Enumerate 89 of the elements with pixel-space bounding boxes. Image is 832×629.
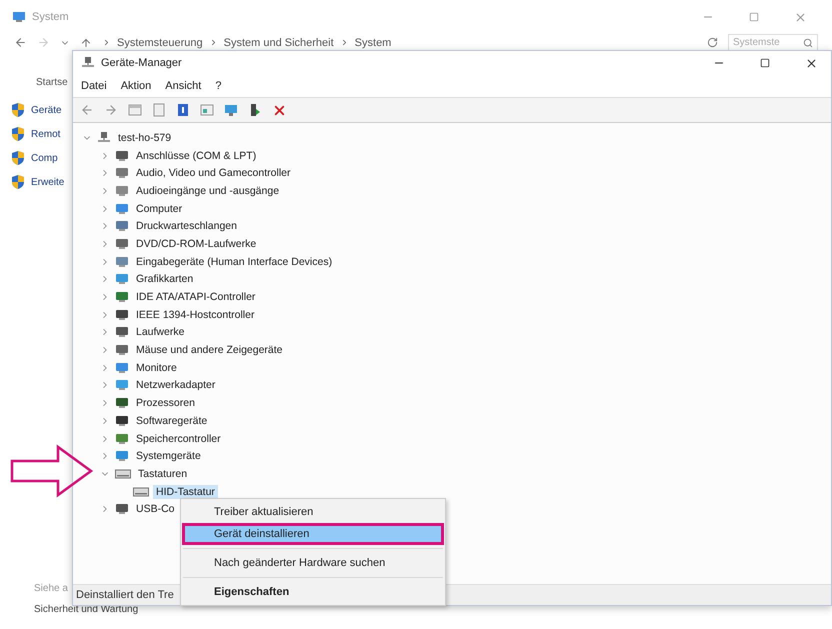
tree-item[interactable]: Prozessoren bbox=[133, 396, 198, 410]
sidebar-home-link[interactable]: Startse bbox=[36, 77, 68, 88]
close-icon bbox=[804, 56, 818, 70]
maximize-icon bbox=[760, 58, 770, 68]
tree-item[interactable]: Speichercontroller bbox=[133, 432, 224, 446]
device-icon bbox=[115, 450, 129, 462]
tree-item[interactable]: Netzwerkadapter bbox=[133, 378, 218, 392]
window-icon bbox=[200, 104, 214, 116]
breadcrumb-item[interactable]: Systemsteuerung bbox=[117, 36, 203, 48]
device-icon bbox=[115, 397, 129, 410]
window-title: Geräte-Manager bbox=[101, 57, 183, 69]
refresh-icon[interactable] bbox=[707, 37, 718, 48]
status-text: Deinstalliert den Tre bbox=[76, 589, 174, 601]
shield-icon bbox=[10, 150, 26, 166]
menu-item[interactable]: Datei bbox=[81, 80, 107, 92]
computer-network-icon bbox=[97, 130, 111, 145]
tree-item[interactable]: Grafikkarten bbox=[133, 272, 196, 286]
up-icon[interactable] bbox=[80, 36, 92, 48]
device-icon bbox=[115, 308, 129, 321]
device-icon bbox=[115, 256, 129, 268]
window-title: System bbox=[32, 11, 70, 23]
device-icon bbox=[115, 184, 129, 197]
menu-item[interactable]: Ansicht bbox=[165, 80, 202, 92]
tree-item[interactable]: Anschlüsse (COM & LPT) bbox=[133, 148, 260, 163]
tree-item[interactable]: Druckwarteschlangen bbox=[133, 219, 240, 234]
device-icon bbox=[115, 379, 129, 392]
device-icon bbox=[115, 291, 129, 304]
close-icon bbox=[794, 10, 806, 24]
menu-item[interactable]: ? bbox=[215, 80, 222, 92]
tree-item[interactable]: Eingabegeräte (Human Interface Devices) bbox=[133, 254, 336, 269]
monitor-icon bbox=[224, 104, 238, 116]
plug-icon bbox=[249, 103, 261, 117]
sidebar-link[interactable]: Erweite bbox=[31, 176, 64, 188]
search-icon bbox=[803, 38, 813, 48]
device-icon bbox=[115, 326, 129, 338]
device-icon bbox=[115, 150, 129, 162]
system-icon bbox=[12, 11, 26, 23]
device-icon bbox=[115, 220, 129, 232]
forward-icon bbox=[104, 103, 118, 117]
tree-item[interactable]: Computer bbox=[133, 202, 186, 216]
forward-icon[interactable] bbox=[37, 36, 50, 49]
context-menu-item[interactable]: Treiber aktualisieren bbox=[182, 501, 444, 523]
tree-item[interactable]: USB-Co bbox=[133, 502, 178, 516]
menu-item[interactable]: Aktion bbox=[120, 80, 152, 92]
device-icon bbox=[115, 273, 129, 286]
back-icon[interactable] bbox=[14, 36, 27, 49]
breadcrumb-item[interactable]: System bbox=[354, 36, 392, 48]
tree-item[interactable]: HID-Tastatur bbox=[153, 484, 218, 499]
tree-item[interactable]: Systemgeräte bbox=[133, 449, 204, 464]
device-icon bbox=[115, 362, 129, 374]
device-icon bbox=[115, 432, 129, 445]
tree-item[interactable]: test-ho-579 bbox=[115, 130, 174, 145]
sidebar-link[interactable]: Sicherheit und Wartung bbox=[34, 604, 138, 615]
shield-icon bbox=[10, 102, 26, 118]
keyboard-icon bbox=[115, 468, 131, 479]
breadcrumb-separator-icon bbox=[102, 38, 111, 47]
tree-item[interactable]: DVD/CD-ROM-Laufwerke bbox=[133, 236, 260, 251]
device-icon bbox=[115, 344, 129, 356]
tree-item[interactable]: Monitore bbox=[133, 360, 180, 375]
shield-icon bbox=[10, 174, 26, 190]
device-icon bbox=[115, 238, 129, 250]
device-icon bbox=[115, 503, 129, 516]
computer-network-icon bbox=[81, 56, 95, 70]
page-icon bbox=[153, 103, 165, 117]
tree-item[interactable]: IEEE 1394-Hostcontroller bbox=[133, 308, 258, 322]
tree-item[interactable]: IDE ATA/ATAPI-Controller bbox=[133, 290, 258, 304]
context-menu-item[interactable]: Nach geänderter Hardware suchen bbox=[182, 552, 444, 574]
maximize-icon bbox=[749, 12, 759, 22]
keyboard-icon bbox=[133, 486, 149, 497]
tree-item[interactable]: Audioeingänge und -ausgänge bbox=[133, 184, 282, 198]
help-icon bbox=[177, 103, 189, 117]
sidebar-link[interactable]: Remot bbox=[31, 128, 60, 140]
sidebar-link[interactable]: Geräte bbox=[31, 104, 62, 116]
window-icon bbox=[128, 104, 142, 116]
shield-icon bbox=[10, 126, 26, 142]
tree-item[interactable]: Laufwerke bbox=[133, 325, 188, 340]
device-icon bbox=[115, 167, 129, 180]
context-menu-item[interactable]: Gerät deinstallieren bbox=[182, 523, 444, 545]
tree-item[interactable]: Softwaregeräte bbox=[133, 414, 210, 428]
breadcrumb-item[interactable]: System und Sicherheit bbox=[224, 36, 334, 48]
device-icon bbox=[115, 202, 129, 215]
tree-item[interactable]: Tastaturen bbox=[135, 466, 190, 481]
tree-item[interactable]: Mäuse und andere Zeigegeräte bbox=[133, 343, 286, 358]
see-also-heading: Siehe a bbox=[34, 583, 68, 594]
context-menu-item[interactable]: Eigenschaften bbox=[182, 581, 444, 603]
back-icon bbox=[80, 103, 94, 117]
tree-item[interactable]: Audio, Video und Gamecontroller bbox=[133, 166, 294, 180]
sidebar-link[interactable]: Comp bbox=[31, 152, 58, 164]
device-icon bbox=[115, 414, 129, 427]
